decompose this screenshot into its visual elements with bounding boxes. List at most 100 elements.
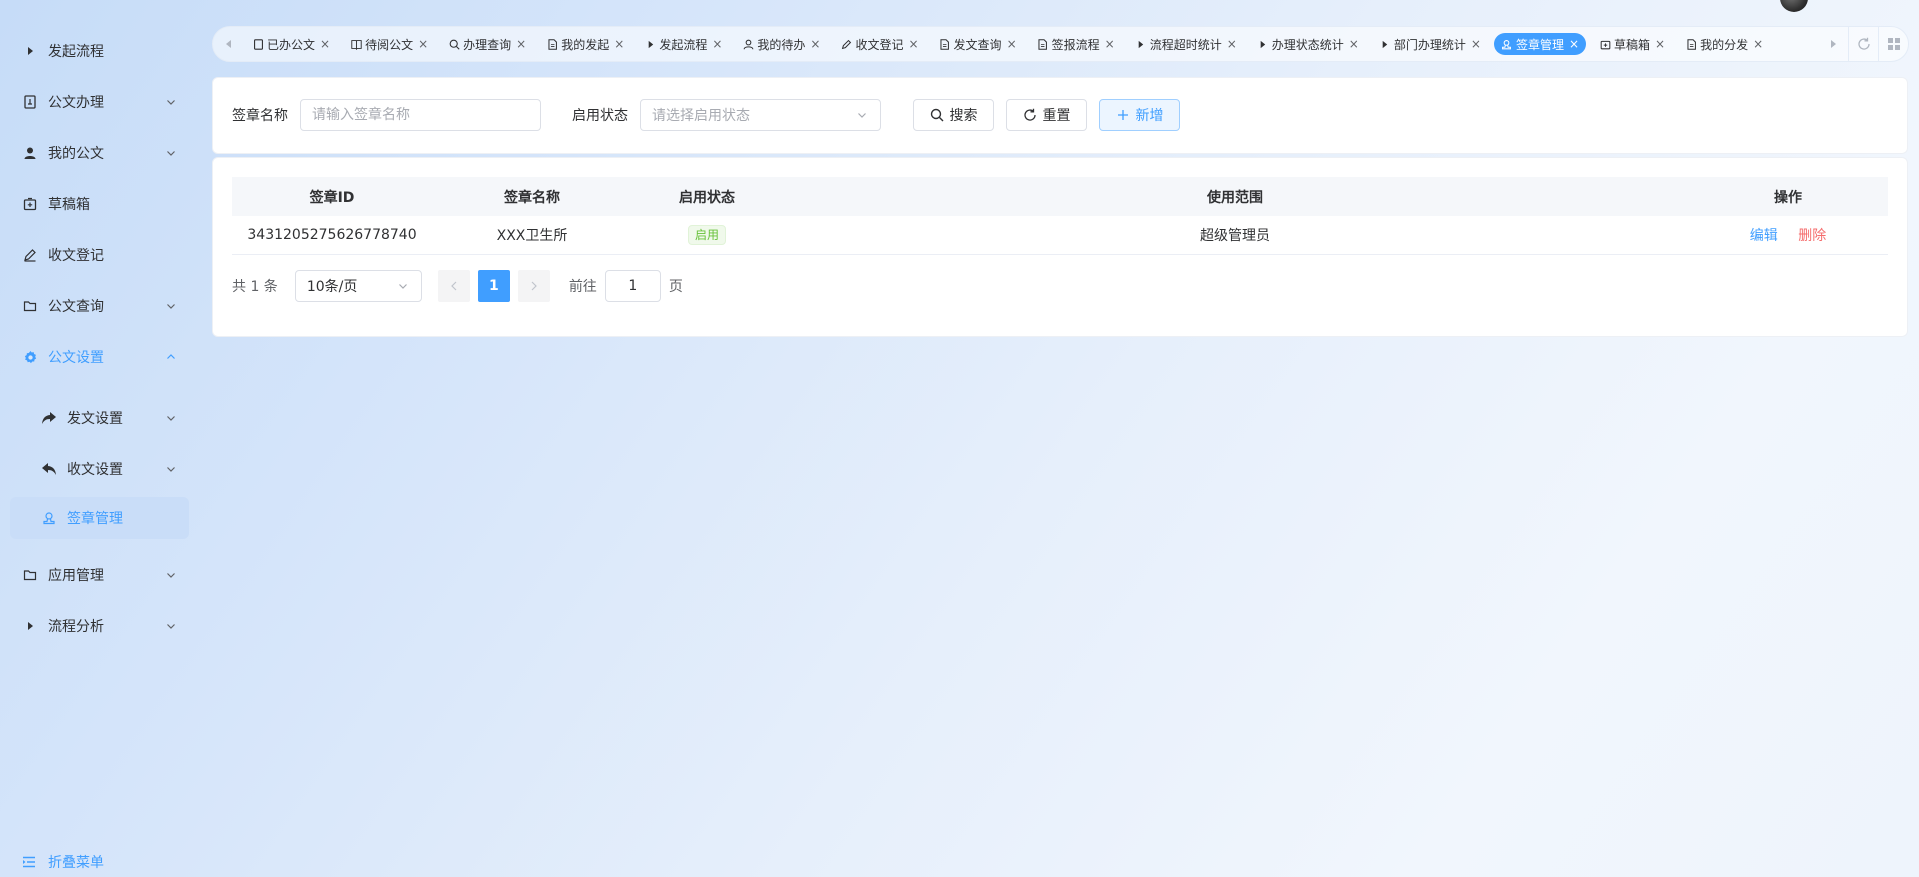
- sidebar-item-incoming-registration[interactable]: 收文登记: [10, 235, 189, 275]
- tabs-scroll-right-button[interactable]: [1818, 26, 1848, 62]
- close-icon[interactable]: ×: [1471, 37, 1481, 51]
- close-icon[interactable]: ×: [320, 37, 330, 51]
- tab-2[interactable]: 办理查询 ×: [441, 33, 533, 55]
- close-icon[interactable]: ×: [908, 37, 918, 51]
- search-button-label: 搜索: [949, 108, 978, 124]
- close-icon[interactable]: ×: [1569, 37, 1579, 51]
- tab-label: 办理状态统计: [1271, 37, 1344, 52]
- enable-status-select[interactable]: 请选择启用状态: [640, 99, 881, 131]
- chevron-down-icon: [165, 412, 177, 424]
- add-button[interactable]: 新增: [1099, 99, 1180, 131]
- tab-label: 我的待办: [757, 37, 806, 52]
- tab-label: 办理查询: [463, 37, 512, 52]
- close-icon[interactable]: ×: [712, 37, 722, 51]
- tab-label: 流程超时统计: [1149, 37, 1222, 52]
- avatar[interactable]: [1780, 0, 1808, 12]
- sidebar-item-start-process[interactable]: 发起流程: [10, 31, 189, 71]
- sidebar-item-my-documents[interactable]: 我的公文: [10, 133, 189, 173]
- close-icon[interactable]: ×: [1007, 37, 1017, 51]
- chevron-down-icon: [398, 281, 410, 291]
- caret-right-icon: [22, 618, 38, 634]
- close-icon[interactable]: ×: [1655, 37, 1665, 51]
- tab-5[interactable]: 我的待办 ×: [735, 33, 827, 55]
- plus-icon: [1116, 108, 1130, 122]
- chevron-down-icon: [165, 147, 177, 159]
- chevron-down-icon: [165, 96, 177, 108]
- sidebar-item-process-analysis[interactable]: 流程分析: [10, 606, 189, 646]
- tab-9[interactable]: 流程超时统计 ×: [1128, 33, 1244, 55]
- sidebar-item-incoming-settings[interactable]: 收文设置: [10, 449, 189, 489]
- sidebar-item-drafts[interactable]: 草稿箱: [10, 184, 189, 224]
- caret-right-icon: [1135, 38, 1147, 50]
- chevron-left-icon: [450, 281, 457, 291]
- file-icon: [546, 38, 558, 50]
- sidebar-item-app-management[interactable]: 应用管理: [10, 555, 189, 595]
- seal-icon: [41, 510, 57, 526]
- sidebar-item-label: 草稿箱: [48, 197, 90, 213]
- page-number-current[interactable]: 1: [477, 270, 510, 302]
- collapse-menu-button[interactable]: 折叠菜单: [10, 852, 104, 872]
- close-icon[interactable]: ×: [1105, 37, 1115, 51]
- close-icon[interactable]: ×: [516, 37, 526, 51]
- reset-button-label: 重置: [1042, 108, 1071, 124]
- caret-right-icon: [22, 43, 38, 59]
- tab-13[interactable]: 草稿箱 ×: [1592, 33, 1672, 55]
- next-page-button[interactable]: [517, 270, 550, 302]
- menu-fold-icon: [22, 854, 38, 870]
- close-icon[interactable]: ×: [1349, 37, 1359, 51]
- sidebar-item-outgoing-settings[interactable]: 发文设置: [10, 398, 189, 438]
- sidebar-item-label: 发文设置: [67, 411, 123, 427]
- grid-menu-button[interactable]: [1878, 26, 1908, 62]
- tab-6[interactable]: 收文登记 ×: [833, 33, 925, 55]
- tab-1[interactable]: 待阅公文 ×: [343, 33, 435, 55]
- tab-0[interactable]: 已办公文 ×: [245, 33, 337, 55]
- column-header-usage-scope: 使用范围: [1207, 189, 1263, 206]
- tab-12[interactable]: 签章管理 ×: [1493, 33, 1587, 55]
- tab-label: 待阅公文: [365, 37, 414, 52]
- seal-table-card: 签章ID 签章名称 启用状态 使用范围 操作 34312052756267787…: [212, 157, 1908, 337]
- folder-icon: [22, 298, 38, 314]
- sidebar-item-document-settings[interactable]: 公文设置: [10, 337, 189, 377]
- sidebar-item-document-query[interactable]: 公文查询: [10, 286, 189, 326]
- sidebar-item-label: 公文设置: [48, 350, 104, 366]
- caret-right-icon: [1379, 38, 1391, 50]
- search-button[interactable]: 搜索: [913, 99, 994, 131]
- cell-seal-id: 3431205275626778740: [247, 227, 417, 243]
- tab-label: 发文查询: [953, 37, 1002, 52]
- table-header: 签章ID 签章名称 启用状态 使用范围 操作: [232, 177, 1888, 216]
- tabs-scroll-left-button[interactable]: [213, 26, 245, 62]
- cell-actions: 编辑 删除: [1688, 225, 1888, 245]
- tab-3[interactable]: 我的发起 ×: [539, 33, 631, 55]
- tab-8[interactable]: 签报流程 ×: [1030, 33, 1122, 55]
- sidebar-item-seal-management[interactable]: 签章管理: [10, 497, 189, 539]
- user-icon: [22, 145, 38, 161]
- seal-name-input[interactable]: [300, 99, 541, 131]
- tab-11[interactable]: 部门办理统计 ×: [1372, 33, 1488, 55]
- refresh-button[interactable]: [1848, 26, 1878, 62]
- tab-10[interactable]: 办理状态统计 ×: [1250, 33, 1366, 55]
- tab-7[interactable]: 发文查询 ×: [932, 33, 1024, 55]
- tab-4[interactable]: 发起流程 ×: [637, 33, 729, 55]
- close-icon[interactable]: ×: [1227, 37, 1237, 51]
- delete-link[interactable]: 删除: [1798, 228, 1826, 244]
- sidebar-item-document-handling[interactable]: 公文办理: [10, 82, 189, 122]
- close-icon[interactable]: ×: [810, 37, 820, 51]
- prev-page-button[interactable]: [437, 270, 470, 302]
- edit-link[interactable]: 编辑: [1750, 228, 1778, 244]
- sidebar-item-label: 应用管理: [48, 568, 104, 584]
- user-icon: [742, 38, 754, 50]
- reset-button[interactable]: 重置: [1006, 99, 1087, 131]
- sidebar: 发起流程 公文办理 我的公文 草稿箱 收文登记 公文查询 公文设置 发文设置 收…: [0, 0, 200, 877]
- tab-label: 草稿箱: [1614, 37, 1651, 52]
- close-icon[interactable]: ×: [614, 37, 624, 51]
- page-size-select[interactable]: 10条/页: [294, 270, 422, 302]
- tab-14[interactable]: 我的分发 ×: [1678, 33, 1770, 55]
- page-jump-input[interactable]: [604, 270, 661, 302]
- search-form-card: 签章名称 启用状态 请选择启用状态 搜索 重置 新增: [212, 77, 1908, 154]
- grid-icon: [1887, 38, 1900, 50]
- seal-table: 签章ID 签章名称 启用状态 使用范围 操作 34312052756267787…: [232, 177, 1888, 255]
- sidebar-item-label: 收文登记: [48, 248, 104, 264]
- sidebar-item-label: 我的公文: [48, 146, 104, 162]
- close-icon[interactable]: ×: [418, 37, 428, 51]
- close-icon[interactable]: ×: [1753, 37, 1763, 51]
